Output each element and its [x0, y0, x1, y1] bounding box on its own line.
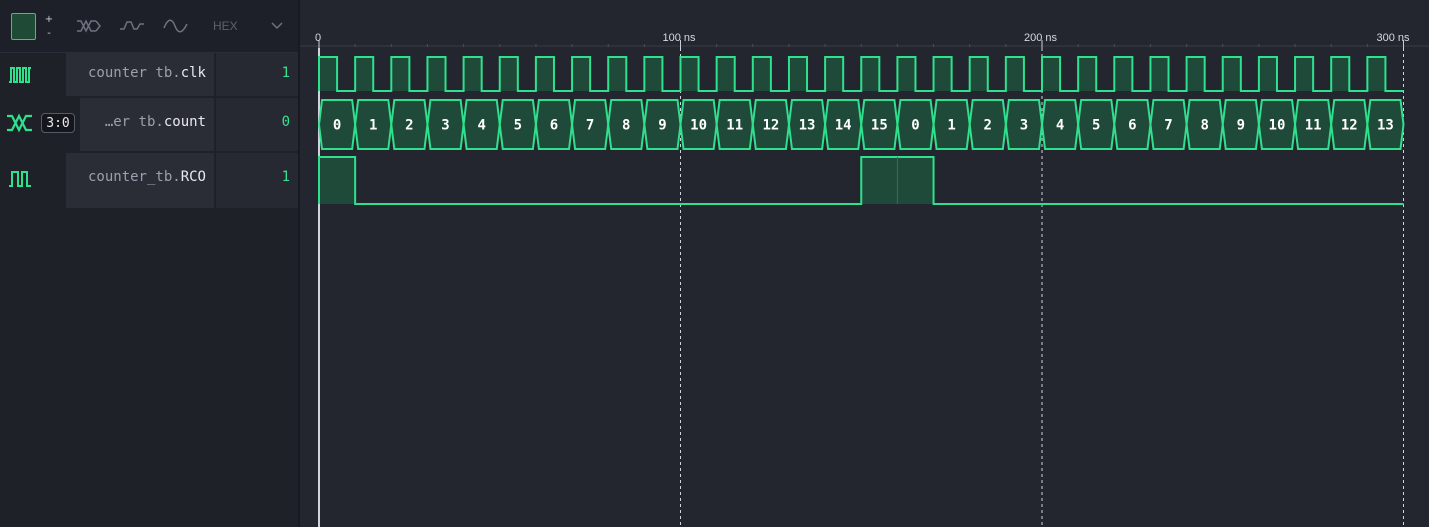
count-value-label: 10 — [690, 118, 707, 134]
digital-wave-icon — [120, 21, 144, 30]
signal-row-clk[interactable]: counter tb.clk 1 — [0, 53, 298, 96]
format-select[interactable]: HEX — [205, 13, 291, 40]
count-value-label: 2 — [405, 118, 413, 134]
signal-color-swatch[interactable] — [11, 13, 36, 40]
count-value-label: 13 — [1377, 118, 1394, 134]
count-value-label: 4 — [1056, 118, 1064, 134]
clk-high-fill — [1222, 57, 1241, 91]
analog-wave-icon — [163, 19, 188, 33]
clk-high-fill — [1331, 57, 1350, 91]
toolbar: + - HEX — [0, 0, 300, 53]
signal-name-count: …er tb.count — [104, 114, 206, 130]
signal-name-rco: counter_tb.RCO — [87, 169, 206, 185]
clk-high-fill — [535, 57, 554, 91]
ruler-tick-label: 0 — [315, 32, 321, 44]
signal-row-count[interactable]: 3:0 …er tb.count 0 — [0, 98, 298, 151]
clk-high-fill — [1042, 57, 1061, 91]
signal-value-rco: 1 — [281, 169, 290, 185]
clk-high-fill — [608, 57, 627, 91]
signal-list: counter tb.clk 1 3:0 …er tb.count 0 coun… — [0, 53, 298, 527]
count-value-label: 9 — [658, 118, 666, 134]
clk-high-fill — [788, 57, 808, 91]
count-value-label: 12 — [1341, 118, 1358, 134]
clk-high-fill — [1078, 57, 1097, 91]
digital-wave-button[interactable] — [117, 14, 147, 38]
clk-high-fill — [1005, 57, 1024, 91]
clk-high-fill — [391, 57, 410, 91]
chevron-down-icon — [271, 22, 283, 30]
clock-wave-icon — [9, 67, 31, 83]
bus-icon — [7, 113, 32, 133]
clk-high-fill — [1150, 57, 1169, 91]
count-value-label: 15 — [871, 118, 888, 134]
count-value-label: 3 — [441, 118, 449, 134]
count-value-label: 7 — [586, 118, 594, 134]
clk-waveform — [318, 56, 1404, 92]
analog-wave-button[interactable] — [160, 14, 190, 38]
clk-high-fill — [716, 57, 735, 91]
zoom-out-button[interactable]: - — [42, 28, 56, 39]
clk-high-fill — [355, 57, 374, 91]
count-value-label: 11 — [1305, 118, 1322, 134]
count-value-label: 12 — [762, 118, 779, 134]
count-value-label: 6 — [550, 118, 558, 134]
waveform-canvas[interactable]: 0 100 ns 200 ns 300 ns0 1 2 3 4 5 6 7 8 9 10 11 12 13 14 1… — [300, 0, 1429, 527]
count-value-label: 13 — [799, 118, 816, 134]
count-value-label: 1 — [369, 118, 377, 134]
count-value-label: 11 — [726, 118, 743, 134]
clk-high-fill — [427, 57, 446, 91]
count-value-label: 5 — [1092, 118, 1100, 134]
clk-high-fill — [861, 57, 880, 91]
clk-high-fill — [680, 57, 699, 91]
count-value-label: 5 — [514, 118, 522, 134]
clk-high-fill — [752, 57, 771, 91]
rco-high-fill — [319, 157, 356, 204]
clk-high-fill — [499, 57, 518, 91]
count-value-label: 10 — [1269, 118, 1286, 134]
count-value-label: 14 — [835, 118, 852, 134]
clk-high-fill — [463, 57, 482, 91]
clk-high-fill — [825, 57, 844, 91]
zoom-in-button[interactable]: + — [42, 14, 56, 25]
signal-row-rco[interactable]: counter_tb.RCO 1 — [0, 153, 298, 208]
count-value-label: 9 — [1237, 118, 1245, 134]
ruler-tick-label: 200 ns — [1024, 32, 1058, 44]
clk-high-fill — [1295, 57, 1314, 91]
count-value-label: 0 — [333, 118, 341, 134]
ruler-tick-label: 300 ns — [1377, 32, 1411, 44]
clk-high-fill — [1367, 57, 1386, 91]
count-value-label: 1 — [947, 118, 955, 134]
pulse-wave-icon — [9, 171, 31, 187]
count-value-label: 7 — [1164, 118, 1172, 134]
count-value-label: 2 — [984, 118, 992, 134]
signal-value-clk: 1 — [281, 65, 290, 81]
bus-style-button[interactable] — [74, 14, 104, 38]
count-value-label: 3 — [1020, 118, 1028, 134]
clk-high-fill — [572, 57, 591, 91]
count-value-label: 4 — [477, 118, 485, 134]
ruler-tick-label: 100 ns — [663, 32, 697, 44]
clk-high-fill — [933, 57, 952, 91]
clk-high-fill — [644, 57, 663, 91]
signal-name-clk: counter tb.clk — [87, 65, 206, 81]
format-select-label: HEX — [213, 19, 238, 33]
count-value-label: 6 — [1128, 118, 1136, 134]
clk-high-fill — [1186, 57, 1205, 91]
clk-high-fill — [897, 57, 916, 91]
count-value-label: 0 — [911, 118, 919, 134]
clk-high-fill — [1114, 57, 1133, 91]
bus-width-badge: 3:0 — [41, 113, 75, 133]
clk-high-fill — [1258, 57, 1277, 91]
clk-high-fill — [319, 57, 338, 91]
clk-high-fill — [969, 57, 988, 91]
count-value-label: 8 — [1200, 118, 1208, 134]
signal-value-count: 0 — [281, 114, 290, 130]
bus-style-icon — [77, 19, 101, 33]
count-value-label: 8 — [622, 118, 630, 134]
